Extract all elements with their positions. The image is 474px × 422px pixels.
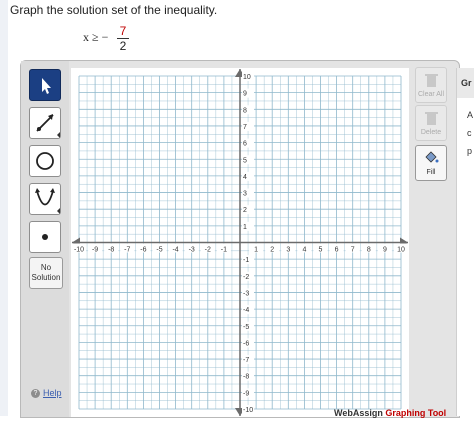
point-tool-button[interactable] xyxy=(29,221,61,253)
help-link[interactable]: ? Help xyxy=(31,388,62,399)
graph-info-line2: c xyxy=(467,128,472,138)
parabola-tool-button[interactable] xyxy=(29,183,61,215)
graphing-tool: No Solution ? Help -10 -9 -8 -7 -6 -5 -4 -3 -2 -1 1… xyxy=(20,60,460,418)
fraction-denominator: 2 xyxy=(119,39,127,53)
y-tick-label: 7 xyxy=(243,124,247,131)
x-tick-label: 6 xyxy=(335,247,339,254)
trash-icon xyxy=(425,112,438,125)
y-tick-label: -4 xyxy=(243,307,249,314)
fill-label: Fill xyxy=(426,169,436,176)
x-tick-label: 9 xyxy=(383,247,387,254)
parabola-icon xyxy=(35,188,60,214)
delete-button[interactable]: Delete xyxy=(415,105,447,141)
inequality-fraction: 7 2 xyxy=(117,24,129,53)
fill-button[interactable]: Fill xyxy=(415,145,447,181)
y-tick-label: -10 xyxy=(243,407,253,414)
y-tick-label: 9 xyxy=(243,91,247,98)
action-panel: Clear All Delete Fill xyxy=(409,61,459,417)
x-tick-label: -2 xyxy=(205,247,211,254)
y-tick-label: 8 xyxy=(243,107,247,114)
clear-all-label: Clear All xyxy=(417,91,445,98)
graph-info-line1: A xyxy=(467,110,474,120)
question-instruction: Graph the solution set of the inequality… xyxy=(10,3,218,17)
clear-all-button[interactable]: Clear All xyxy=(415,67,447,103)
y-tick-label: -7 xyxy=(243,357,249,364)
x-tick-label: -1 xyxy=(221,247,227,254)
y-tick-label: -8 xyxy=(243,374,249,381)
left-edge-strip xyxy=(0,0,8,416)
x-tick-label: -5 xyxy=(156,247,162,254)
inequality-expression: x ≥ − xyxy=(83,30,109,44)
help-label: Help xyxy=(43,388,62,398)
y-tick-label: 4 xyxy=(243,174,247,181)
point-icon xyxy=(42,234,48,240)
x-tick-label: 8 xyxy=(367,247,371,254)
graph-info-panel: Gr A c p xyxy=(456,68,474,416)
fraction-numerator: 7 xyxy=(119,24,127,38)
y-tick-label: 5 xyxy=(243,157,247,164)
y-tick-label: 10 xyxy=(243,74,251,81)
y-tick-label: 3 xyxy=(243,191,247,198)
graph-info-line3: p xyxy=(467,146,473,156)
x-tick-label: 1 xyxy=(254,247,258,254)
x-tick-label: 10 xyxy=(397,247,405,254)
y-tick-label: 2 xyxy=(243,207,247,214)
x-tick-label: -4 xyxy=(172,247,178,254)
x-tick-label: -8 xyxy=(108,247,114,254)
x-tick-label: -6 xyxy=(140,247,146,254)
y-tick-label: -1 xyxy=(243,257,249,264)
x-tick-label: 7 xyxy=(351,247,355,254)
coordinate-plane[interactable]: -10 -9 -8 -7 -6 -5 -4 -3 -2 -1 1 2 3 4 5 6 7 8 9 10 10 9 8 7 6 5 4… xyxy=(71,68,409,417)
no-solution-button[interactable]: No Solution xyxy=(29,257,63,289)
graph-info-heading: Gr xyxy=(461,78,472,88)
y-tick-label: -5 xyxy=(243,324,249,331)
x-tick-label: 4 xyxy=(302,247,306,254)
x-tick-label: -7 xyxy=(124,247,130,254)
fill-bucket-icon xyxy=(425,151,439,163)
x-tick-label: 3 xyxy=(286,247,290,254)
no-solution-line2: Solution xyxy=(31,273,61,282)
y-tick-label: 1 xyxy=(243,224,247,231)
delete-label: Delete xyxy=(420,129,442,136)
help-icon: ? xyxy=(31,389,40,399)
y-tick-label: 6 xyxy=(243,141,247,148)
circle-tool-button[interactable] xyxy=(29,145,61,177)
clear-all-icon xyxy=(425,74,438,87)
y-tick-label: -9 xyxy=(243,390,249,397)
y-tick-label: -2 xyxy=(243,274,249,281)
ray-tool-button[interactable] xyxy=(29,107,61,139)
brand-suffix: Graphing Tool xyxy=(385,408,447,418)
no-solution-line1: No xyxy=(40,263,52,272)
y-tick-label: -6 xyxy=(243,340,249,347)
tool-palette: No Solution ? Help xyxy=(21,61,69,417)
circle-icon xyxy=(36,152,54,170)
x-tick-label: -3 xyxy=(189,247,195,254)
x-tick-label: -10 xyxy=(74,247,84,254)
pointer-tool-button[interactable] xyxy=(29,69,61,101)
pointer-icon xyxy=(42,78,51,94)
brand-name: WebAssign xyxy=(334,408,383,418)
graph-canvas[interactable]: -10 -9 -8 -7 -6 -5 -4 -3 -2 -1 1 2 3 4 5 6 7 8 9 10 10 9 8 7 6 5 4… xyxy=(71,68,409,417)
ray-icon xyxy=(36,114,60,138)
x-tick-label: 5 xyxy=(319,247,323,254)
brand-footer: WebAssign Graphing Tool xyxy=(334,408,446,418)
x-tick-label: 2 xyxy=(270,247,274,254)
x-tick-label: -9 xyxy=(92,247,98,254)
y-tick-label: -3 xyxy=(243,290,249,297)
